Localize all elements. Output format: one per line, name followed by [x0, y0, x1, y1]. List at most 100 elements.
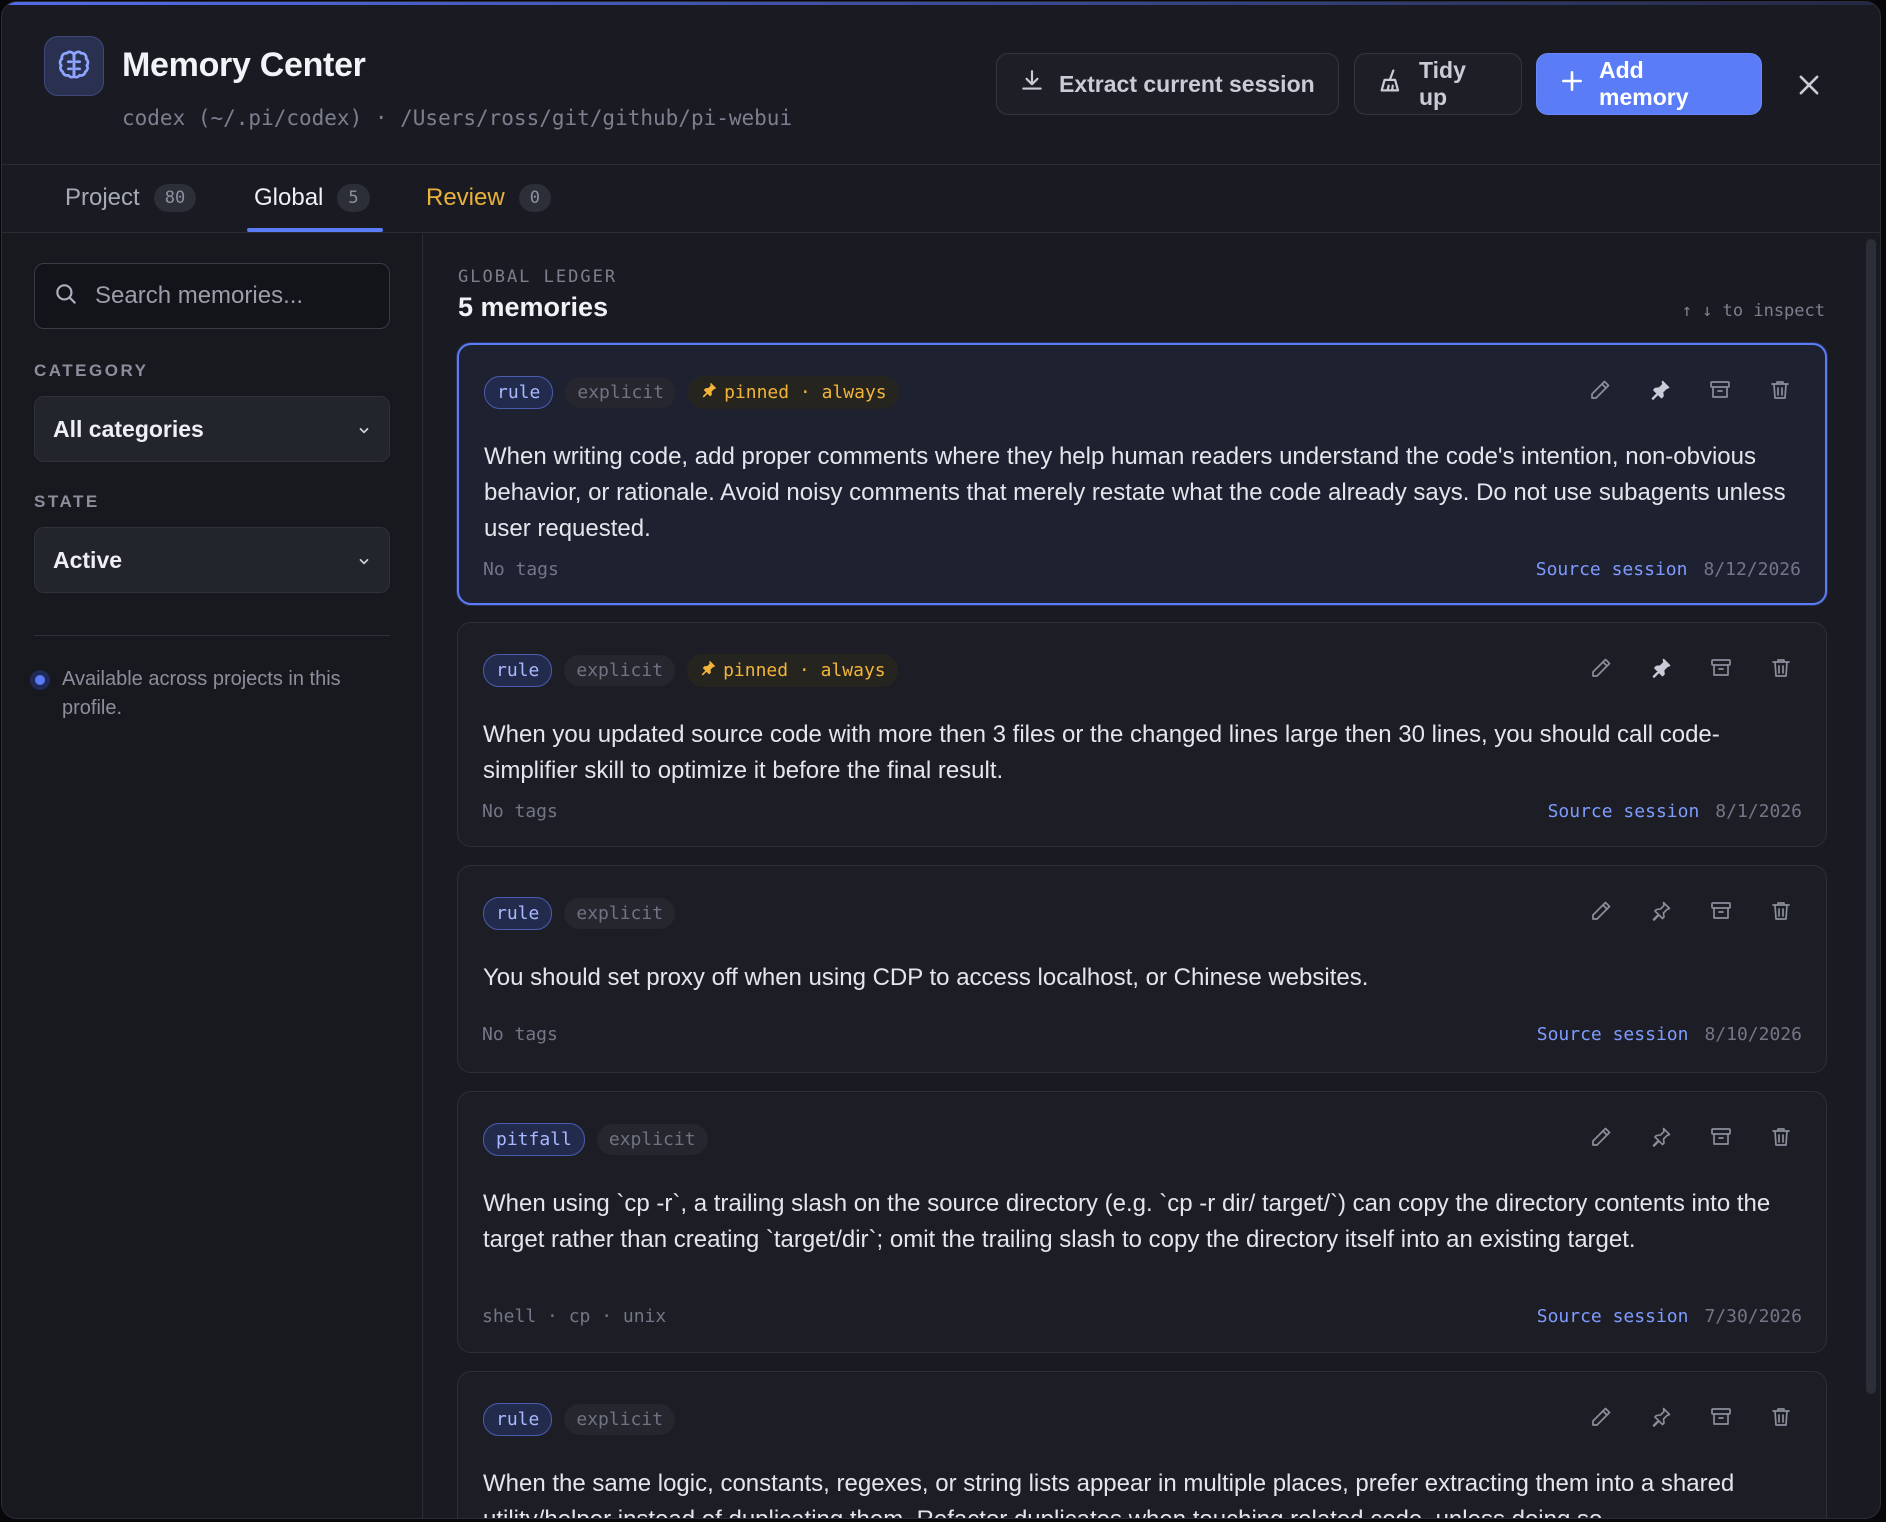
memory-card[interactable]: rule explicit pinned · always When writi… [457, 343, 1827, 605]
pinned-badge: pinned · always [687, 654, 898, 687]
pin-icon[interactable] [1646, 1122, 1676, 1152]
chevron-down-icon [357, 547, 371, 574]
chevron-down-icon [357, 416, 371, 443]
tab-review[interactable]: Review 0 [426, 164, 551, 232]
tidy-up-button[interactable]: Tidy up [1354, 53, 1522, 115]
edit-icon[interactable] [1586, 653, 1616, 683]
tab-global[interactable]: Global 5 [254, 164, 370, 232]
memory-meta: Source session 8/12/2026 [1536, 559, 1801, 580]
edit-icon[interactable] [1585, 375, 1615, 405]
ledger-eyebrow: GLOBAL LEDGER [458, 267, 618, 287]
memory-card[interactable]: rule explicit You should set proxy off w… [457, 865, 1827, 1073]
memory-badges: rule explicit [483, 1403, 676, 1436]
memory-tags: No tags [483, 559, 559, 580]
search-icon [53, 281, 79, 312]
memory-actions [1585, 375, 1795, 405]
memory-text: When using `cp -r`, a trailing slash on … [483, 1190, 1771, 1253]
category-label: CATEGORY [34, 361, 149, 380]
pin-icon[interactable] [1645, 375, 1675, 405]
memory-text: When you updated source code with more t… [483, 721, 1720, 784]
search-input[interactable] [93, 281, 377, 311]
archive-icon[interactable] [1706, 896, 1736, 926]
memory-card[interactable]: rule explicit When the same logic, const… [457, 1371, 1827, 1518]
broom-icon [1377, 67, 1405, 101]
divider [34, 635, 390, 636]
trash-icon[interactable] [1766, 653, 1796, 683]
source-badge: explicit [564, 655, 676, 686]
scrollbar[interactable] [1866, 239, 1876, 1394]
category-badge: rule [483, 1403, 553, 1436]
trash-icon[interactable] [1765, 375, 1795, 405]
edit-icon[interactable] [1586, 896, 1616, 926]
trash-icon[interactable] [1766, 896, 1796, 926]
source-session-link[interactable]: Source session [1537, 1024, 1689, 1045]
add-memory-button[interactable]: Add memory [1536, 53, 1762, 115]
tab-count: 80 [153, 184, 197, 212]
memory-card[interactable]: rule explicit pinned · always When you u… [457, 622, 1827, 847]
filter-sidebar: CATEGORY All categories STATE Active Ava… [2, 233, 423, 1518]
memory-date: 8/10/2026 [1704, 1024, 1802, 1045]
category-badge: rule [483, 654, 553, 687]
state-select[interactable]: Active [34, 527, 390, 593]
archive-icon[interactable] [1705, 375, 1735, 405]
trash-icon[interactable] [1766, 1122, 1796, 1152]
memory-actions [1586, 896, 1796, 926]
memory-center-modal: Memory Center codex (~/.pi/codex) · /Use… [1, 1, 1881, 1519]
tab-bar: Project 80 Global 5 Review 0 [2, 164, 1880, 233]
memory-badges: pitfall explicit [483, 1123, 708, 1156]
trash-icon[interactable] [1766, 1402, 1796, 1432]
source-badge: explicit [564, 898, 676, 929]
tab-label: Review [426, 184, 505, 211]
pin-icon[interactable] [1646, 653, 1676, 683]
memory-actions [1586, 1402, 1796, 1432]
add-memory-label: Add memory [1599, 57, 1689, 110]
category-select[interactable]: All categories [34, 396, 390, 462]
pin-icon[interactable] [1646, 896, 1676, 926]
memory-text: When the same logic, constants, regexes,… [483, 1470, 1735, 1518]
tab-project[interactable]: Project 80 [65, 164, 197, 232]
memory-card[interactable]: pitfall explicit When using `cp -r`, a t… [457, 1091, 1827, 1353]
tab-count: 0 [518, 184, 551, 212]
close-icon[interactable] [1792, 68, 1826, 102]
download-icon [1019, 68, 1045, 100]
edit-icon[interactable] [1586, 1122, 1616, 1152]
edit-icon[interactable] [1586, 1402, 1616, 1432]
archive-icon[interactable] [1706, 1122, 1736, 1152]
pin-icon[interactable] [1646, 1402, 1676, 1432]
memory-badges: rule explicit [483, 897, 676, 930]
source-session-link[interactable]: Source session [1536, 559, 1688, 580]
tab-label: Global [254, 184, 324, 211]
search-box [34, 263, 390, 329]
profile-path: codex (~/.pi/codex) · /Users/ross/git/gi… [122, 106, 793, 130]
source-session-link[interactable]: Source session [1548, 801, 1700, 822]
memory-date: 8/12/2026 [1703, 559, 1801, 580]
memory-actions [1586, 653, 1796, 683]
page-title: Memory Center [122, 46, 366, 84]
memory-text: When writing code, add proper comments w… [484, 443, 1786, 542]
tab-label: Project [65, 184, 140, 211]
category-badge: rule [483, 897, 553, 930]
pin-icon [699, 659, 717, 682]
source-badge: explicit [596, 1124, 708, 1155]
archive-icon[interactable] [1706, 653, 1736, 683]
memory-list-panel: GLOBAL LEDGER 5 memories ↑ ↓ to inspect … [423, 233, 1880, 1518]
info-dot-icon [30, 670, 50, 690]
memory-count-title: 5 memories [458, 292, 609, 322]
source-session-link[interactable]: Source session [1537, 1306, 1689, 1327]
memory-footer: shell · cp · unix Source session 7/30/20… [482, 1306, 1802, 1327]
memory-text: You should set proxy off when using CDP … [483, 964, 1369, 991]
memory-tags: shell · cp · unix [482, 1306, 667, 1327]
archive-icon[interactable] [1706, 1402, 1736, 1432]
memory-footer: No tags Source session 8/12/2026 [483, 559, 1801, 580]
memory-footer: No tags Source session 8/10/2026 [482, 1024, 1802, 1045]
extract-session-button[interactable]: Extract current session [996, 53, 1339, 115]
category-badge: rule [484, 376, 554, 409]
memory-tags: No tags [482, 801, 558, 822]
pinned-label: pinned · always [723, 660, 886, 681]
active-tab-indicator [247, 228, 383, 232]
memory-meta: Source session 8/10/2026 [1537, 1024, 1802, 1045]
tab-count: 5 [337, 184, 370, 212]
pinned-badge: pinned · always [688, 376, 899, 409]
extract-session-label: Extract current session [1059, 70, 1315, 97]
scope-note: Available across projects in this profil… [62, 668, 341, 719]
